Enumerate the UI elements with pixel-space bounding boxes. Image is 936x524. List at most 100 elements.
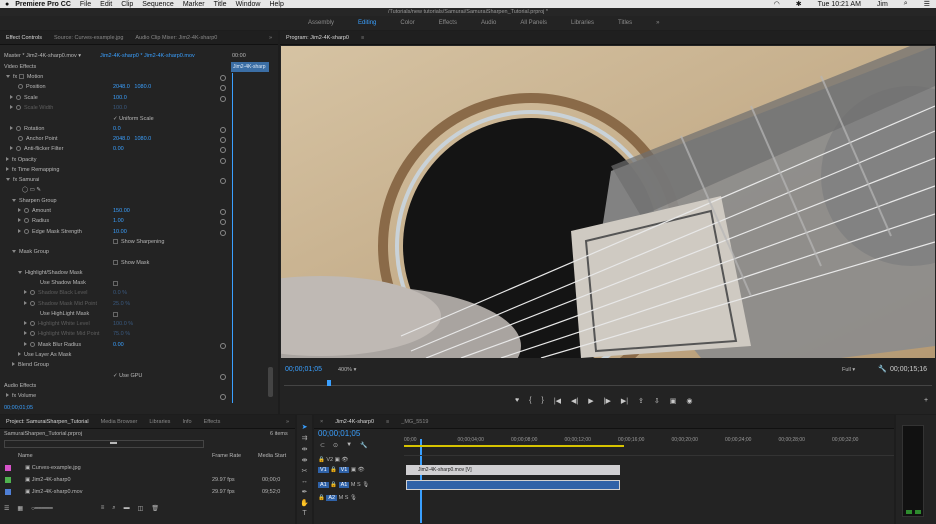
tab-effects[interactable]: Effects	[198, 419, 227, 425]
reset-icon[interactable]	[220, 178, 226, 184]
track-v1[interactable]: V1 🔒 V1 ▣ 👁	[318, 465, 365, 475]
workspace-overflow-icon[interactable]: »	[644, 20, 671, 26]
program-playhead[interactable]	[327, 380, 331, 386]
menu-file[interactable]: File	[80, 1, 91, 8]
go-to-out-icon[interactable]: ▶|	[621, 397, 628, 405]
tab-media-browser[interactable]: Media Browser	[95, 419, 144, 425]
sequence-clip-label[interactable]: Jim2-4K-sharp0 * Jim2-4K-sharp0.mov	[100, 51, 195, 61]
show-mask-checkbox[interactable]: Show Mask	[113, 258, 149, 268]
tab-source[interactable]: Source: Curves-example.jpg	[48, 35, 129, 41]
tab-sequence-mg[interactable]: _MG_5519	[395, 419, 434, 425]
sharpen-group[interactable]: Sharpen Group	[12, 196, 57, 206]
program-video-frame[interactable]	[281, 46, 935, 358]
project-item[interactable]: ▣ Jim2-4K-sharp0.mov 29.97 fps 09;52;0	[0, 487, 295, 497]
reset-icon[interactable]	[220, 394, 226, 400]
workspace-all-panels[interactable]: All Panels	[508, 20, 559, 26]
icon-view-icon[interactable]: ▦	[17, 505, 23, 512]
audio-clip[interactable]	[406, 480, 620, 490]
workspace-assembly[interactable]: Assembly	[296, 20, 346, 26]
reset-icon[interactable]	[220, 343, 226, 349]
tab-project[interactable]: Project: SamuraiSharpen_Tutorial	[0, 419, 95, 425]
hand-tool-icon[interactable]: ✋	[300, 499, 309, 507]
reset-icon[interactable]	[220, 374, 226, 380]
tab-info[interactable]: Info	[176, 419, 197, 425]
workspace-color[interactable]: Color	[388, 20, 426, 26]
video-clip[interactable]: Jim2-4K-sharp0.mov [V]	[406, 465, 620, 475]
tab-audio-clip-mixer[interactable]: Audio Clip Mixer: Jim2-4K-sharp0	[129, 35, 223, 41]
radius-value[interactable]: 1.00	[113, 216, 124, 226]
add-marker-icon[interactable]: ▼	[346, 442, 352, 449]
timeline-timecode[interactable]: 00;00;01;05	[318, 429, 360, 439]
project-item[interactable]: ▣ Jim2-4K-sharp0 29.97 fps 00;00;0	[0, 475, 295, 485]
use-layer-as-mask[interactable]: Use Layer As Mask	[18, 350, 71, 360]
reset-icon[interactable]	[220, 96, 226, 102]
user-name[interactable]: Jim	[877, 1, 888, 8]
use-highlight-mask-checkbox[interactable]	[113, 312, 118, 317]
mark-out-icon[interactable]: }	[542, 397, 544, 405]
step-forward-icon[interactable]: |▶	[604, 397, 611, 405]
settings-wrench-icon[interactable]: 🔧	[878, 365, 887, 373]
go-to-in-icon[interactable]: |◀	[554, 397, 561, 405]
slip-tool-icon[interactable]: ↔	[301, 478, 308, 485]
wifi-icon[interactable]: ◠	[774, 0, 780, 8]
find-icon[interactable]: ⌕	[112, 505, 115, 512]
mark-in-icon[interactable]: {	[529, 397, 531, 405]
antiflicker-value[interactable]: 0.00	[113, 144, 124, 154]
program-monitor-title[interactable]: Program: Jim2-4K-sharp0	[280, 35, 355, 41]
extract-icon[interactable]: ⇩	[654, 397, 660, 405]
compare-icon[interactable]: ▣	[670, 397, 677, 405]
zoom-level-select[interactable]: 400% ▾	[338, 365, 356, 375]
anchor-point-value[interactable]: 2048.0 1080.0	[113, 134, 151, 144]
reset-icon[interactable]	[220, 127, 226, 133]
workspace-effects[interactable]: Effects	[427, 20, 469, 26]
clock[interactable]: Tue 10:21 AM	[818, 1, 861, 8]
mask-shape-tools[interactable]: ◯ ▭ ✎	[22, 185, 41, 195]
track-v2[interactable]: 🔒 V2 ▣ 👁	[318, 455, 348, 465]
samurai-effect[interactable]: fx Samurai	[6, 175, 39, 185]
tab-effect-controls[interactable]: Effect Controls	[0, 35, 48, 41]
reset-icon[interactable]	[220, 219, 226, 225]
program-time-ruler[interactable]	[284, 380, 932, 386]
resolution-select[interactable]: Full ▾	[842, 365, 855, 375]
ripple-edit-icon[interactable]: ⇹	[302, 445, 308, 453]
lift-icon[interactable]: ⇪	[638, 397, 644, 405]
project-search-input[interactable]	[4, 440, 204, 448]
add-marker-icon[interactable]: ♥	[515, 397, 519, 405]
scale-value[interactable]: 100.0	[113, 93, 127, 103]
edge-mask-value[interactable]: 10.00	[113, 227, 127, 237]
bluetooth-icon[interactable]: ✱	[796, 0, 802, 8]
show-sharpening-checkbox[interactable]: Show Sharpening	[113, 237, 164, 247]
new-item-icon[interactable]: ◫	[138, 505, 144, 512]
trash-icon[interactable]: 🗑	[151, 505, 159, 512]
mask-group[interactable]: Mask Group	[12, 247, 49, 257]
menu-sequence[interactable]: Sequence	[142, 1, 174, 8]
timeline-settings-icon[interactable]: 🔧	[360, 442, 367, 449]
time-remapping-effect[interactable]: fx Time Remapping	[6, 165, 59, 175]
menu-window[interactable]: Window	[236, 1, 261, 8]
sort-icon[interactable]: ≡	[101, 505, 105, 512]
track-a2[interactable]: 🔒 A2 M S 🎙	[318, 493, 357, 503]
new-bin-icon[interactable]: ▬	[110, 439, 117, 446]
workspace-editing[interactable]: Editing	[346, 20, 388, 26]
linked-selection-icon[interactable]: ⊙	[333, 442, 338, 449]
reset-icon[interactable]	[220, 230, 226, 236]
apple-icon[interactable]: ●	[5, 1, 9, 8]
search-icon[interactable]: ⌕	[904, 0, 908, 8]
use-gpu-checkbox[interactable]: ✓ Use GPU	[113, 371, 142, 381]
mask-blur-value[interactable]: 0.00	[113, 340, 124, 350]
step-back-icon[interactable]: ◀|	[571, 397, 578, 405]
menu-edit[interactable]: Edit	[100, 1, 112, 8]
program-timecode[interactable]: 00;00;01;05	[285, 365, 322, 375]
volume-effect[interactable]: fx Volume	[6, 391, 36, 401]
pen-tool-icon[interactable]: ✒	[302, 488, 308, 496]
reset-icon[interactable]	[220, 85, 226, 91]
snap-icon[interactable]: ⊂	[320, 442, 325, 449]
effect-controls-timecode[interactable]: 00;00;01;05	[4, 403, 33, 413]
use-shadow-mask-checkbox[interactable]	[113, 281, 118, 286]
project-item[interactable]: ▣ Curves-example.jpg	[0, 463, 295, 473]
track-a1[interactable]: A1 🔒 A1 M S 🎙	[318, 480, 369, 490]
reset-icon[interactable]	[220, 137, 226, 143]
track-select-icon[interactable]: ⇉	[302, 434, 308, 442]
workspace-titles[interactable]: Titles	[606, 20, 644, 26]
label-color-swatch[interactable]	[5, 476, 11, 483]
